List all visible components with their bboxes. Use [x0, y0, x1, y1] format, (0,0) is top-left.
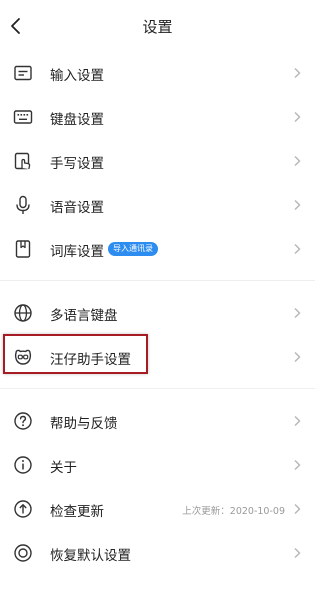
chevron-right-icon [293, 67, 301, 79]
dictionary-icon [12, 238, 34, 260]
chevron-right-icon [293, 111, 301, 123]
chevron-right-icon [293, 547, 301, 559]
divider [0, 388, 315, 389]
settings-item-label: 词库设置 [50, 244, 104, 260]
settings-item-input[interactable]: 输入设置 [0, 51, 315, 95]
microphone-icon [12, 194, 34, 216]
info-icon [12, 454, 34, 476]
settings-item-label: 帮助与反馈 [50, 416, 118, 432]
settings-item-dictionary[interactable]: 词库设置 导入通讯录 [0, 227, 315, 271]
header: 设置 [0, 0, 315, 52]
handwriting-icon [12, 150, 34, 172]
settings-item-label: 恢复默认设置 [50, 548, 131, 564]
settings-item-label: 手写设置 [50, 156, 104, 172]
chevron-right-icon [293, 307, 301, 319]
settings-item-label: 输入设置 [50, 68, 104, 84]
divider [0, 280, 315, 281]
page-title: 设置 [142, 18, 173, 36]
settings-item-label: 检查更新 [50, 504, 104, 520]
settings-item-reset[interactable]: 恢复默认设置 [0, 531, 315, 575]
settings-item-multilanguage[interactable]: 多语言键盘 [0, 291, 315, 335]
settings-item-about[interactable]: 关于 [0, 443, 315, 487]
keyboard-input-icon [12, 62, 34, 84]
help-icon [12, 410, 34, 432]
settings-item-label: 多语言键盘 [50, 308, 118, 324]
settings-item-voice[interactable]: 语音设置 [0, 183, 315, 227]
reset-icon [12, 542, 34, 564]
keyboard-icon [12, 106, 34, 128]
settings-item-keyboard[interactable]: 键盘设置 [0, 95, 315, 139]
settings-item-label: 键盘设置 [50, 112, 104, 128]
settings-item-handwriting[interactable]: 手写设置 [0, 139, 315, 183]
last-update-text: 上次更新：2020-10-09 [182, 506, 285, 517]
update-icon [12, 498, 34, 520]
settings-item-label: 语音设置 [50, 200, 104, 216]
settings-item-label: 关于 [50, 460, 77, 476]
highlight-box [3, 334, 148, 374]
chevron-right-icon [293, 503, 301, 515]
import-contacts-badge[interactable]: 导入通讯录 [108, 242, 158, 256]
chevron-right-icon [293, 415, 301, 427]
chevron-right-icon [293, 459, 301, 471]
settings-item-help[interactable]: 帮助与反馈 [0, 399, 315, 443]
settings-item-check-update[interactable]: 检查更新 上次更新：2020-10-09 [0, 487, 315, 531]
chevron-right-icon [293, 351, 301, 363]
chevron-right-icon [293, 199, 301, 211]
globe-icon [12, 302, 34, 324]
chevron-right-icon [293, 155, 301, 167]
chevron-right-icon [293, 243, 301, 255]
